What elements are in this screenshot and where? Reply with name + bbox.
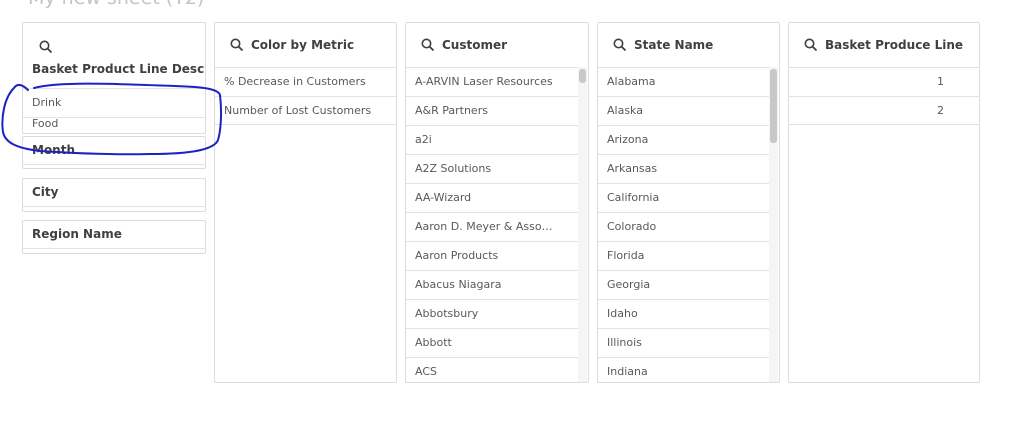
list-item[interactable]: Arizona (598, 125, 769, 154)
divider (23, 206, 205, 207)
filter-pane-basket-product-line-desc[interactable]: Basket Product Line Desc Drink Food (22, 22, 206, 134)
value-list: A-ARVIN Laser Resources A&R Partners a2i… (406, 67, 578, 382)
list-item[interactable]: Colorado (598, 212, 769, 241)
list-item[interactable]: Idaho (598, 299, 769, 328)
list-item[interactable]: Abbotsbury (406, 299, 578, 328)
filter-header[interactable]: Customer (406, 23, 588, 67)
filter-header[interactable]: State Name (598, 23, 779, 67)
filter-title: Basket Produce Line (825, 38, 964, 52)
list-item[interactable]: 1 (789, 67, 979, 96)
scrollbar-thumb[interactable] (770, 69, 777, 143)
search-icon[interactable] (421, 38, 435, 52)
list-item[interactable]: Arkansas (598, 154, 769, 183)
filter-header[interactable]: Basket Produce Line (789, 23, 979, 67)
filter-pane-color-by-metric[interactable]: Color by Metric % Decrease in Customers … (214, 22, 397, 383)
list-item[interactable]: 2 (789, 96, 979, 125)
list-item[interactable]: % Decrease in Customers (215, 67, 396, 96)
list-item[interactable]: ACS (406, 357, 578, 382)
sheet-title: My new sheet (Y2) (28, 0, 204, 9)
value-list: Drink Food (23, 88, 205, 133)
filter-title: State Name (634, 38, 714, 52)
value-list: % Decrease in Customers Number of Lost C… (215, 67, 396, 382)
filter-pane-month[interactable]: Month (22, 136, 206, 169)
value-list: 1 2 (789, 67, 979, 382)
divider (23, 164, 205, 165)
list-item[interactable]: Drink (23, 88, 205, 117)
list-item[interactable]: Georgia (598, 270, 769, 299)
divider (23, 248, 205, 249)
filter-header[interactable]: Color by Metric (215, 23, 396, 67)
filter-title: City (32, 185, 59, 199)
search-icon[interactable] (804, 38, 818, 52)
list-item[interactable]: California (598, 183, 769, 212)
list-item[interactable]: AA-Wizard (406, 183, 578, 212)
list-item[interactable]: Aaron Products (406, 241, 578, 270)
list-item[interactable]: A-ARVIN Laser Resources (406, 67, 578, 96)
list-item[interactable]: Florida (598, 241, 769, 270)
filter-pane-basket-produce-line[interactable]: Basket Produce Line 1 2 (788, 22, 980, 383)
list-item[interactable]: Abbott (406, 328, 578, 357)
list-item[interactable]: Indiana (598, 357, 769, 382)
list-item[interactable]: A2Z Solutions (406, 154, 578, 183)
list-item[interactable]: a2i (406, 125, 578, 154)
filter-title: Customer (442, 38, 508, 52)
filter-title: Month (32, 143, 76, 157)
filter-title: Basket Product Line Desc (32, 62, 205, 76)
list-item[interactable]: Alabama (598, 67, 769, 96)
filter-pane-state-name[interactable]: State Name Alabama Alaska Arizona Arkans… (597, 22, 780, 383)
filter-pane-city[interactable]: City (22, 178, 206, 212)
search-icon[interactable] (39, 40, 53, 54)
filter-title: Region Name (32, 227, 122, 241)
filter-pane-customer[interactable]: Customer A-ARVIN Laser Resources A&R Par… (405, 22, 589, 383)
scrollbar-thumb[interactable] (579, 69, 586, 83)
list-item[interactable]: A&R Partners (406, 96, 578, 125)
list-item[interactable]: Number of Lost Customers (215, 96, 396, 125)
list-item[interactable]: Aaron D. Meyer & Asso… (406, 212, 578, 241)
search-icon[interactable] (230, 38, 244, 52)
filter-pane-region-name[interactable]: Region Name (22, 220, 206, 254)
search-icon[interactable] (613, 38, 627, 52)
scrollbar[interactable] (769, 67, 778, 382)
scrollbar[interactable] (578, 67, 587, 382)
list-item[interactable]: Alaska (598, 96, 769, 125)
filter-title: Color by Metric (251, 38, 355, 52)
value-list: Alabama Alaska Arizona Arkansas Californ… (598, 67, 769, 382)
list-item[interactable]: Illinois (598, 328, 769, 357)
list-item[interactable]: Food (23, 117, 205, 133)
list-item[interactable]: Abacus Niagara (406, 270, 578, 299)
